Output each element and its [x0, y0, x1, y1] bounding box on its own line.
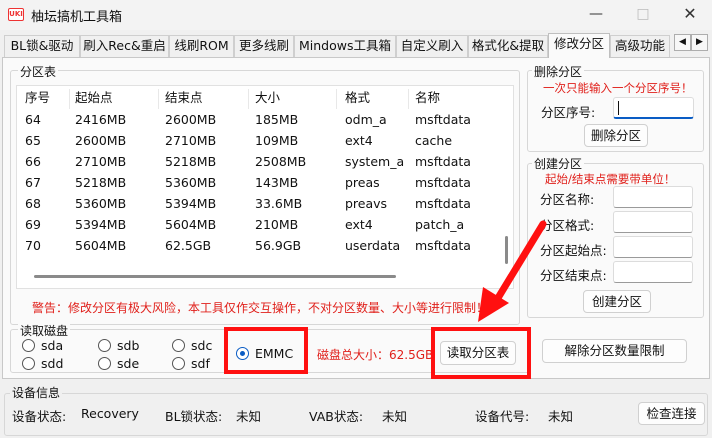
device-status-label: 设备状态:: [12, 409, 67, 424]
check-connection-button[interactable]: 检查连接: [638, 402, 705, 425]
bl-status-label: BL锁状态:: [165, 409, 223, 424]
device-info-label: 设备信息: [10, 384, 63, 401]
arrow-shaft: [494, 220, 547, 302]
device-status-value: Recovery: [81, 406, 139, 421]
bl-status-value: 未知: [236, 409, 262, 424]
vab-status-value: 未知: [382, 409, 408, 424]
device-code-value: 未知: [548, 409, 574, 424]
vab-status-label: VAB状态:: [309, 409, 364, 424]
device-code-label: 设备代号:: [475, 409, 530, 424]
tab-modify-partition[interactable]: 修改分区: [548, 33, 610, 58]
annotation-arrow: [478, 220, 547, 322]
